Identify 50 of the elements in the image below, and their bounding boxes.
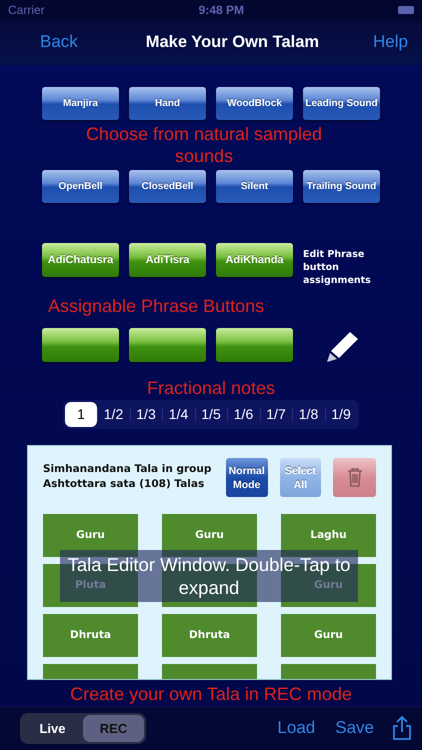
sounds-caption: Choose from natural sampled sounds — [84, 122, 324, 167]
fraction-segment[interactable]: 1/4 — [162, 402, 195, 427]
sound-button[interactable]: OpenBell — [42, 170, 119, 203]
fraction-segment[interactable]: 1 — [64, 402, 98, 427]
fraction-segment[interactable]: 1/3 — [130, 402, 162, 427]
sound-button[interactable]: WoodBlock — [216, 86, 293, 120]
pencil-icon[interactable] — [326, 330, 360, 362]
mode-segment[interactable]: REC — [83, 714, 144, 742]
fraction-segment[interactable]: 1/7 — [260, 402, 292, 427]
tala-cell[interactable]: Guru — [43, 514, 138, 557]
tala-title: Simhanandana Tala in group Ashtottara sata (108) Talas — [43, 462, 212, 492]
load-link[interactable]: Load — [277, 718, 316, 738]
phrase-caption: Assignable Phrase Buttons — [48, 296, 266, 316]
rec-caption: Create your own Tala in REC mode — [70, 684, 352, 704]
fractions-caption: Fractional notes — [146, 378, 276, 398]
fraction-segment[interactable]: 1/8 — [292, 402, 325, 427]
save-link[interactable]: Save — [335, 718, 374, 738]
battery-icon — [398, 6, 414, 14]
screen-title: Make Your Own Talam — [146, 32, 320, 52]
sound-button[interactable]: Manjira — [42, 86, 119, 120]
share-icon[interactable] — [392, 715, 412, 742]
tala-cell[interactable]: Guru — [162, 514, 257, 557]
sound-button[interactable]: Leading Sound — [303, 86, 380, 120]
sound-button[interactable]: Trailing Sound — [303, 170, 380, 203]
help-link[interactable]: Help — [373, 32, 408, 52]
sound-button[interactable]: Hand — [129, 86, 206, 120]
back-link[interactable]: Back — [40, 32, 78, 52]
delete-button[interactable] — [333, 458, 376, 497]
fraction-segment[interactable]: 1/6 — [227, 402, 260, 427]
phrase-button[interactable]: AdiTisra — [129, 242, 206, 277]
mode-segment[interactable]: Live — [22, 714, 83, 742]
blank-phrase-button[interactable] — [129, 328, 206, 362]
phrase-button[interactable]: AdiChatusra — [42, 242, 119, 277]
sound-button[interactable]: ClosedBell — [129, 170, 206, 203]
sound-button[interactable]: Silent — [216, 170, 293, 203]
carrier-label: Carrier — [8, 2, 45, 17]
fraction-segment[interactable]: 1/9 — [324, 402, 358, 427]
blank-phrase-button[interactable] — [216, 328, 293, 362]
mode-button[interactable]: Normal Mode — [226, 458, 268, 497]
status-time: 9:48 PM — [198, 2, 244, 17]
fraction-segment[interactable]: 1/5 — [194, 402, 228, 427]
tala-cell[interactable]: Laghu — [281, 514, 376, 557]
tala-cell[interactable]: Dhruta — [162, 614, 257, 657]
phrase-button[interactable]: AdiKhanda — [216, 242, 293, 277]
trash-icon — [346, 467, 363, 488]
fraction-segment[interactable]: 1/2 — [97, 402, 130, 427]
edit-phrase-note: Edit Phrase button assignments — [303, 248, 372, 287]
tala-cell[interactable]: Dhruta — [43, 614, 138, 657]
blank-phrase-button[interactable] — [42, 328, 119, 362]
tala-cell[interactable]: Guru — [281, 614, 376, 657]
